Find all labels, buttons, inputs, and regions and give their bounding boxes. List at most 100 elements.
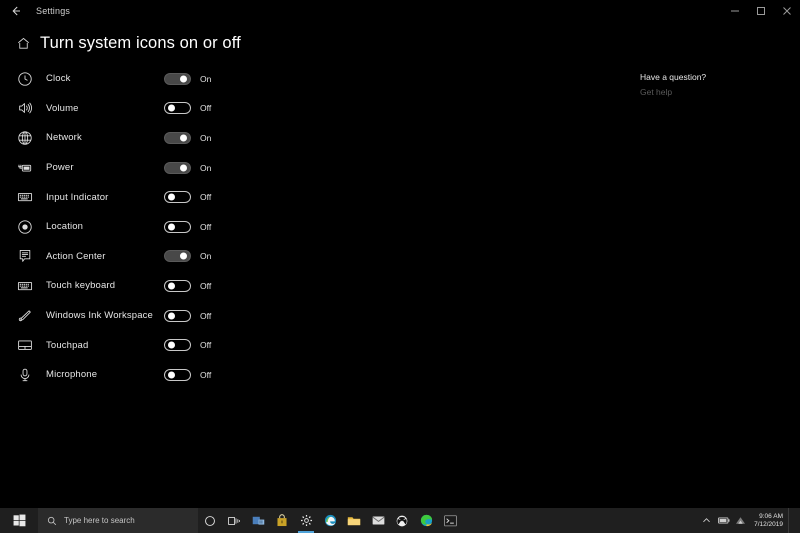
- task-view-icon[interactable]: [222, 508, 246, 533]
- edge-chromium-icon[interactable]: [414, 508, 438, 533]
- home-icon[interactable]: [14, 34, 32, 52]
- setting-row-location: Location Off: [8, 212, 640, 242]
- file-explorer-icon[interactable]: [342, 508, 366, 533]
- battery-icon[interactable]: [715, 508, 732, 533]
- toggle-wrap: Off: [164, 191, 220, 204]
- network-tray-icon[interactable]: [732, 508, 749, 533]
- toggle-clock[interactable]: [164, 72, 191, 85]
- window-title-bar: Settings: [0, 0, 800, 22]
- back-button[interactable]: [0, 0, 32, 22]
- help-panel: Have a question? Get help: [640, 64, 800, 390]
- windows-logo-icon: [13, 514, 25, 527]
- window-title: Settings: [36, 6, 71, 16]
- toggle-knob: [168, 104, 175, 112]
- close-button[interactable]: [774, 0, 800, 22]
- setting-row-touchpad: Touchpad Off: [8, 330, 640, 360]
- show-desktop-button[interactable]: [788, 508, 798, 533]
- home-glyph-icon: [17, 37, 29, 49]
- toggle-wrap: Off: [164, 368, 220, 381]
- settings-gear-icon[interactable]: [294, 508, 318, 533]
- toggle-knob: [168, 341, 175, 349]
- pen-icon: [14, 305, 36, 327]
- microphone-icon: [14, 364, 36, 386]
- taskbar: Type here to search 9:06 AM 7/12/2019: [0, 508, 800, 533]
- cortana-icon[interactable]: [198, 508, 222, 533]
- setting-row-input-indicator: Input Indicator Off: [8, 182, 640, 212]
- search-icon: [47, 516, 57, 526]
- toggle-state-label: Off: [200, 103, 212, 114]
- toggle-wrap: On: [164, 250, 220, 263]
- setting-row-power: Power On: [8, 153, 640, 183]
- taskbar-clock[interactable]: 9:06 AM 7/12/2019: [749, 508, 788, 533]
- toggle-touch-keyboard[interactable]: [164, 279, 191, 292]
- toggle-knob: [168, 312, 175, 320]
- setting-label: Touchpad: [46, 339, 89, 351]
- toggle-knob: [180, 134, 187, 142]
- toggle-state-label: Off: [200, 280, 212, 291]
- page-content: Clock On Volume Off Network On Power On …: [0, 56, 800, 390]
- setting-label: Microphone: [46, 369, 98, 381]
- maximize-button[interactable]: [748, 0, 774, 22]
- microsoft-store-icon[interactable]: [270, 508, 294, 533]
- page-title: Turn system icons on or off: [40, 33, 241, 52]
- start-button[interactable]: [0, 508, 38, 533]
- toggle-windows-ink-workspace[interactable]: [164, 309, 191, 322]
- toggle-wrap: Off: [164, 220, 220, 233]
- taskbar-pinned-app-icon[interactable]: [246, 508, 270, 533]
- setting-label: Volume: [46, 102, 79, 114]
- toggle-location[interactable]: [164, 220, 191, 233]
- minimize-icon: [731, 10, 739, 12]
- toggle-input-indicator[interactable]: [164, 191, 191, 204]
- toggle-action-center[interactable]: [164, 250, 191, 263]
- setting-label: Input Indicator: [46, 191, 109, 203]
- clock-icon: [14, 68, 36, 90]
- toggle-knob: [168, 282, 175, 290]
- setting-row-volume: Volume Off: [8, 94, 640, 124]
- toggle-state-label: On: [200, 132, 212, 143]
- setting-label: Touch keyboard: [46, 280, 116, 292]
- toggle-knob: [168, 371, 175, 379]
- toggle-state-label: Off: [200, 340, 212, 351]
- xbox-icon[interactable]: [390, 508, 414, 533]
- toggle-state-label: On: [200, 251, 212, 262]
- back-arrow-icon: [12, 6, 20, 16]
- window-controls: [722, 0, 800, 22]
- show-hidden-icons-chevron[interactable]: [698, 508, 715, 533]
- get-help-link[interactable]: Get help: [640, 87, 800, 97]
- toggle-state-label: Off: [200, 310, 212, 321]
- setting-row-network: Network On: [8, 123, 640, 153]
- search-placeholder-text: Type here to search: [64, 516, 135, 525]
- toggle-network[interactable]: [164, 131, 191, 144]
- edge-legacy-icon[interactable]: [318, 508, 342, 533]
- setting-label: Action Center: [46, 250, 106, 262]
- touch-keyboard-icon: [14, 275, 36, 297]
- toggle-wrap: Off: [164, 102, 220, 115]
- toggle-wrap: On: [164, 131, 220, 144]
- setting-row-microphone: Microphone Off: [8, 360, 640, 390]
- toggle-power[interactable]: [164, 161, 191, 174]
- power-icon: [14, 157, 36, 179]
- toggle-knob: [168, 193, 175, 201]
- toggle-wrap: On: [164, 161, 220, 174]
- system-icons-list: Clock On Volume Off Network On Power On …: [0, 64, 640, 390]
- search-input[interactable]: Type here to search: [38, 508, 198, 533]
- toggle-touchpad[interactable]: [164, 339, 191, 352]
- setting-label: Windows Ink Workspace: [46, 310, 153, 322]
- minimize-button[interactable]: [722, 0, 748, 22]
- setting-row-action-center: Action Center On: [8, 242, 640, 272]
- page-header: Turn system icons on or off: [0, 22, 800, 56]
- setting-row-clock: Clock On: [8, 64, 640, 94]
- system-tray: 9:06 AM 7/12/2019: [698, 508, 800, 533]
- network-icon: [14, 127, 36, 149]
- taskbar-apps: [198, 508, 462, 533]
- toggle-volume[interactable]: [164, 102, 191, 115]
- mail-icon[interactable]: [366, 508, 390, 533]
- setting-row-windows-ink-workspace: Windows Ink Workspace Off: [8, 301, 640, 331]
- clock-time: 9:06 AM: [759, 513, 783, 521]
- toggle-state-label: Off: [200, 192, 212, 203]
- maximize-icon: [757, 7, 765, 15]
- terminal-icon[interactable]: [438, 508, 462, 533]
- setting-label: Network: [46, 132, 82, 144]
- toggle-microphone[interactable]: [164, 368, 191, 381]
- setting-label: Clock: [46, 73, 71, 85]
